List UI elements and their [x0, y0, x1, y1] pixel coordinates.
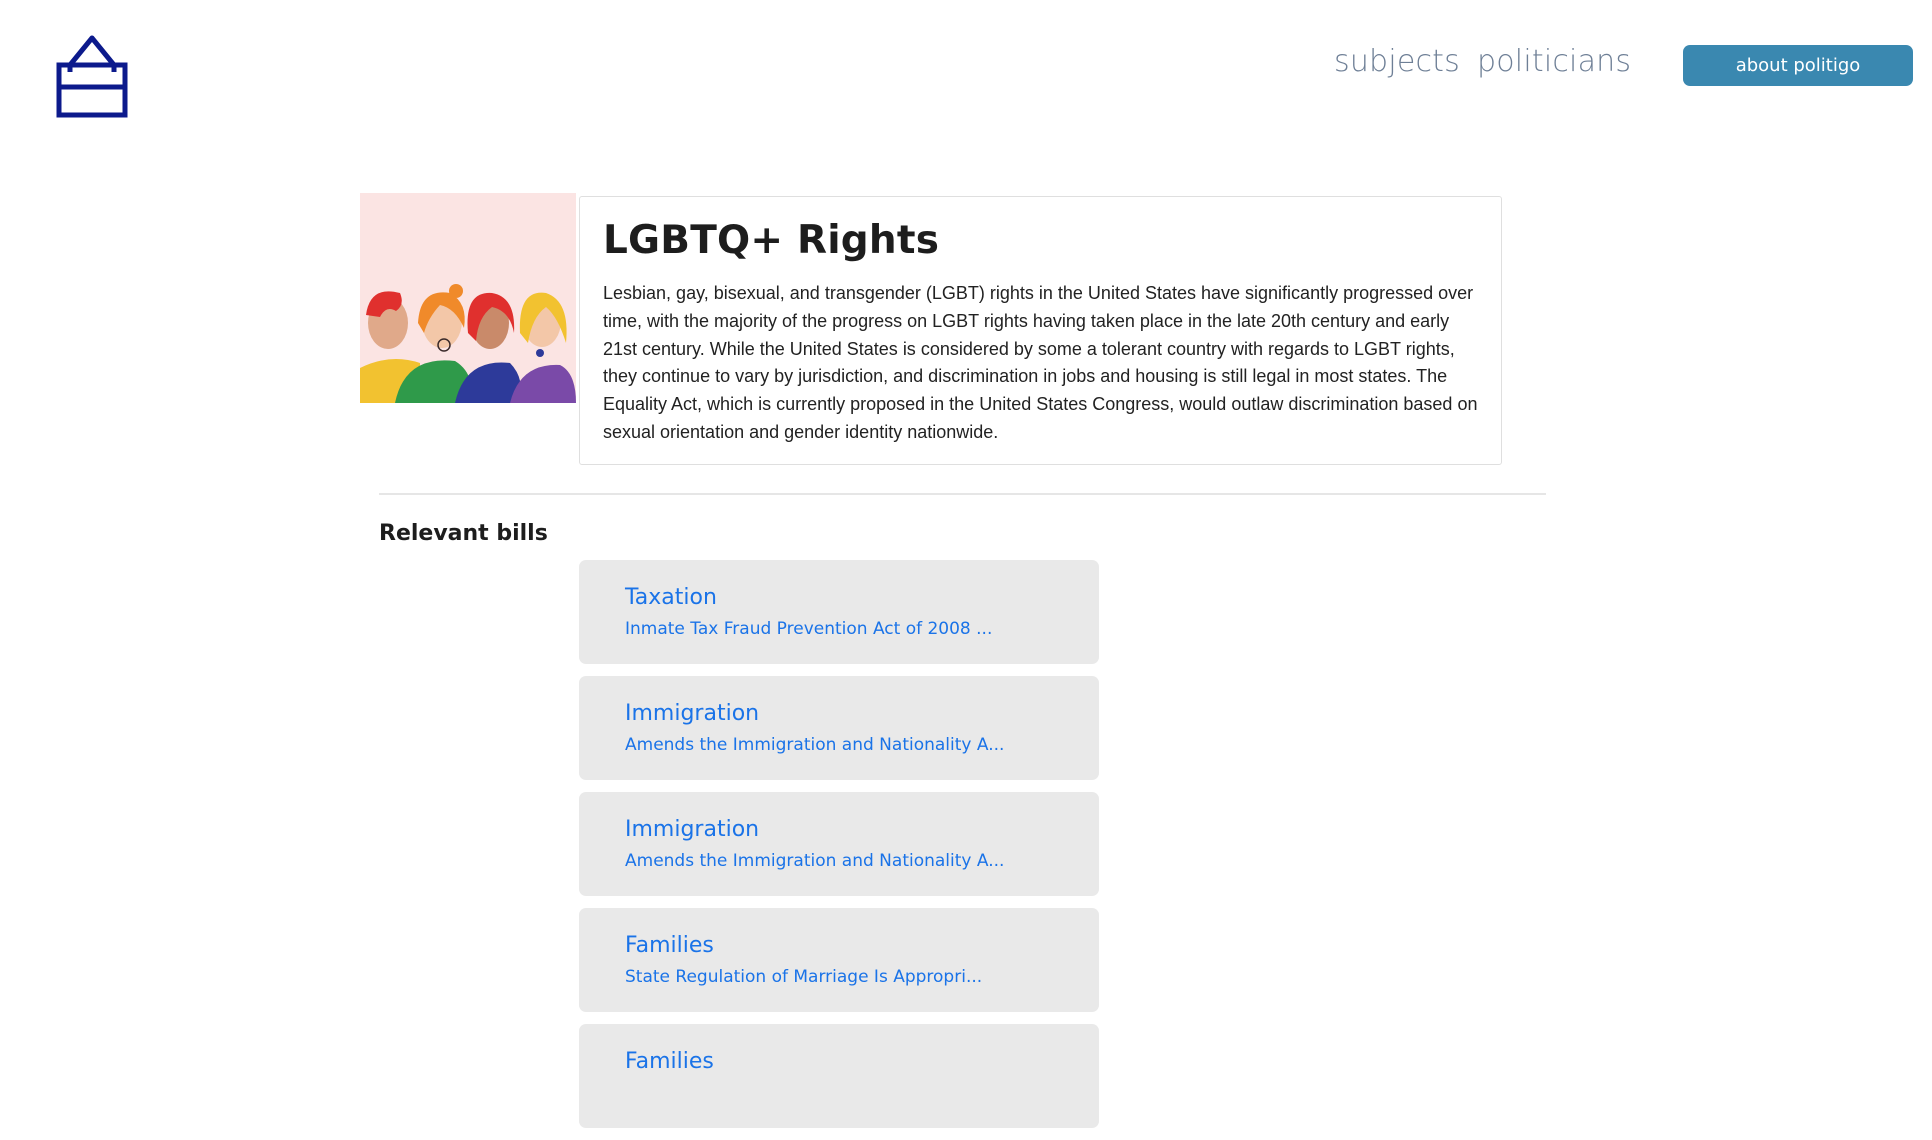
- bill-title[interactable]: Amends the Immigration and Nationality A…: [625, 730, 1099, 760]
- bill-title[interactable]: Amends the Immigration and Nationality A…: [625, 846, 1099, 876]
- subject-illustration: [360, 193, 576, 403]
- nav-subjects-link[interactable]: subjects: [1334, 44, 1460, 79]
- bill-card[interactable]: Immigration Amends the Immigration and N…: [579, 676, 1099, 780]
- relevant-bills-list: Taxation Inmate Tax Fraud Prevention Act…: [579, 560, 1099, 1140]
- bill-title[interactable]: Inmate Tax Fraud Prevention Act of 2008 …: [625, 614, 1099, 644]
- page-title: LGBTQ+ Rights: [603, 218, 940, 263]
- bill-card[interactable]: Families: [579, 1024, 1099, 1128]
- relevant-bills-heading: Relevant bills: [379, 521, 548, 546]
- ballot-box-icon[interactable]: [56, 32, 128, 118]
- bill-card[interactable]: Families State Regulation of Marriage Is…: [579, 908, 1099, 1012]
- bill-subject[interactable]: Families: [625, 1047, 1099, 1077]
- bill-card[interactable]: Taxation Inmate Tax Fraud Prevention Act…: [579, 560, 1099, 664]
- about-politigo-button[interactable]: about politigo: [1683, 45, 1913, 86]
- bill-title[interactable]: State Regulation of Marriage Is Appropri…: [625, 962, 1099, 992]
- subject-description: Lesbian, gay, bisexual, and transgender …: [603, 283, 1478, 442]
- bill-card[interactable]: Immigration Amends the Immigration and N…: [579, 792, 1099, 896]
- nav-politicians-link[interactable]: politicians: [1477, 44, 1631, 79]
- people-illustration: [360, 193, 576, 403]
- subject-info-card: LGBTQ+ Rights Lesbian, gay, bisexual, an…: [579, 196, 1502, 465]
- bill-subject[interactable]: Taxation: [625, 583, 1099, 613]
- section-divider: [379, 493, 1546, 495]
- bill-subject[interactable]: Immigration: [625, 815, 1099, 845]
- bill-subject[interactable]: Families: [625, 931, 1099, 961]
- bill-subject[interactable]: Immigration: [625, 699, 1099, 729]
